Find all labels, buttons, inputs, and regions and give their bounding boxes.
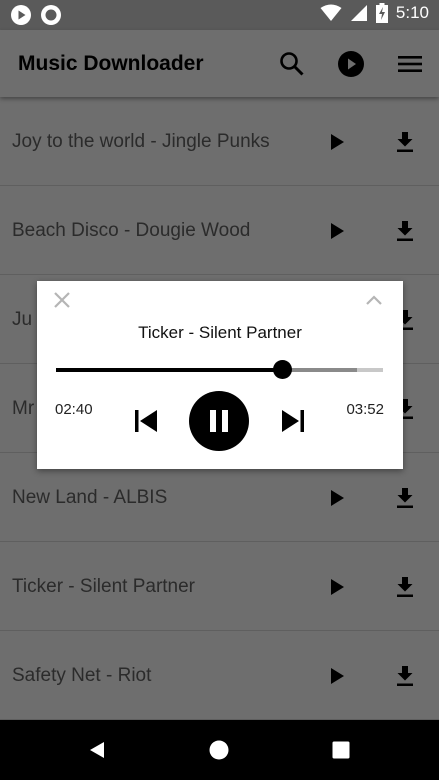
song-row[interactable]: Beach Disco - Dougie Wood [0, 186, 439, 275]
play-circle-icon [11, 5, 31, 25]
song-title: Ju [12, 309, 33, 330]
menu-icon [398, 56, 422, 72]
play-icon[interactable] [326, 576, 348, 598]
seek-bar-progress [56, 368, 282, 372]
seek-bar-thumb[interactable] [272, 360, 292, 379]
download-icon[interactable] [393, 219, 417, 243]
download-icon[interactable] [393, 664, 417, 688]
song-title: Mr [12, 398, 35, 419]
search-button[interactable] [277, 49, 307, 79]
pause-icon [210, 410, 228, 432]
record-icon [41, 5, 61, 25]
battery-charging-icon [375, 3, 388, 23]
song-title: Joy to the world - Jingle Punks [12, 131, 270, 152]
skip-previous-icon[interactable] [133, 408, 159, 434]
play-circle-icon [338, 51, 364, 77]
status-bar-left-icons [10, 4, 62, 26]
pause-button[interactable] [189, 391, 249, 451]
download-icon[interactable] [393, 130, 417, 154]
search-icon [280, 52, 304, 76]
home-icon [209, 740, 229, 760]
total-time: 03:52 [346, 401, 384, 418]
player-dialog: Ticker - Silent Partner 02:40 03:52 [37, 281, 403, 469]
song-row[interactable]: Ticker - Silent Partner [0, 542, 439, 631]
app-bar: Music Downloader [0, 30, 439, 97]
play-icon[interactable] [326, 220, 348, 242]
song-title: Safety Net - Riot [12, 665, 152, 686]
app-title: Music Downloader [18, 52, 204, 75]
seek-bar[interactable] [56, 360, 383, 379]
home-button[interactable] [208, 739, 230, 761]
skip-next-icon[interactable] [280, 408, 306, 434]
navigation-bar [0, 720, 439, 780]
status-bar-right-icons: 5:10 [320, 3, 429, 23]
menu-button[interactable] [395, 49, 425, 79]
back-icon [90, 742, 104, 758]
song-row[interactable]: Safety Net - Riot [0, 631, 439, 720]
play-icon[interactable] [326, 131, 348, 153]
back-button[interactable] [86, 739, 108, 761]
now-playing-title: Ticker - Silent Partner [138, 323, 302, 342]
play-icon[interactable] [326, 665, 348, 687]
recents-icon [332, 741, 350, 759]
close-icon[interactable] [52, 290, 72, 310]
play-icon[interactable] [326, 487, 348, 509]
status-bar: 5:10 [0, 0, 439, 30]
recents-button[interactable] [330, 739, 352, 761]
signal-icon [350, 5, 367, 21]
chevron-up-icon[interactable] [364, 290, 384, 310]
wifi-icon [320, 4, 342, 21]
download-icon[interactable] [393, 486, 417, 510]
song-title: Ticker - Silent Partner [12, 576, 196, 597]
now-playing-button[interactable] [336, 49, 366, 79]
download-icon[interactable] [393, 575, 417, 599]
song-title: New Land - ALBIS [12, 487, 168, 508]
song-row[interactable]: Joy to the world - Jingle Punks [0, 97, 439, 186]
elapsed-time: 02:40 [55, 401, 93, 418]
status-time: 5:10 [395, 3, 429, 22]
song-title: Beach Disco - Dougie Wood [12, 220, 251, 241]
